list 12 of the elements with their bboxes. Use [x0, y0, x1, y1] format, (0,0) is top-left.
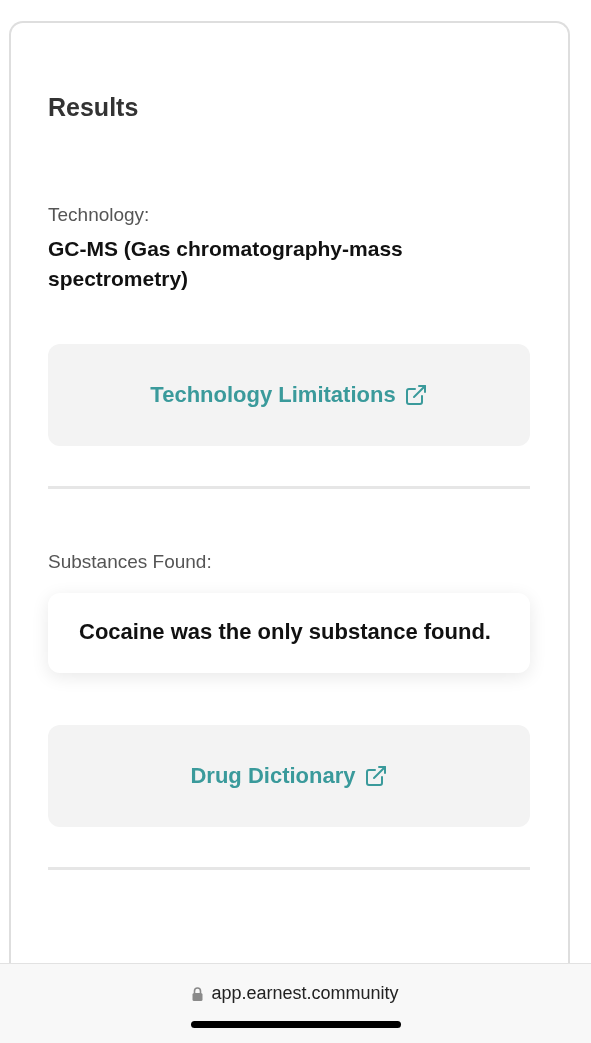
substances-result: Cocaine was the only substance found.: [48, 593, 530, 673]
technology-label: Technology:: [48, 204, 151, 226]
lock-icon: [192, 986, 204, 1001]
results-title: Results: [48, 93, 140, 122]
substances-label: Substances Found:: [48, 551, 213, 573]
technology-limitations-link[interactable]: Technology Limitations: [48, 344, 530, 446]
external-link-icon: [403, 383, 428, 407]
home-indicator[interactable]: [190, 1021, 401, 1028]
technology-value: GC-MS (Gas chromatography-mass spectrometry): [48, 236, 404, 292]
url-text[interactable]: app.earnest.community: [211, 983, 399, 1004]
external-link-icon: [363, 764, 388, 788]
drug-dictionary-link[interactable]: Drug Dictionary: [48, 725, 530, 827]
